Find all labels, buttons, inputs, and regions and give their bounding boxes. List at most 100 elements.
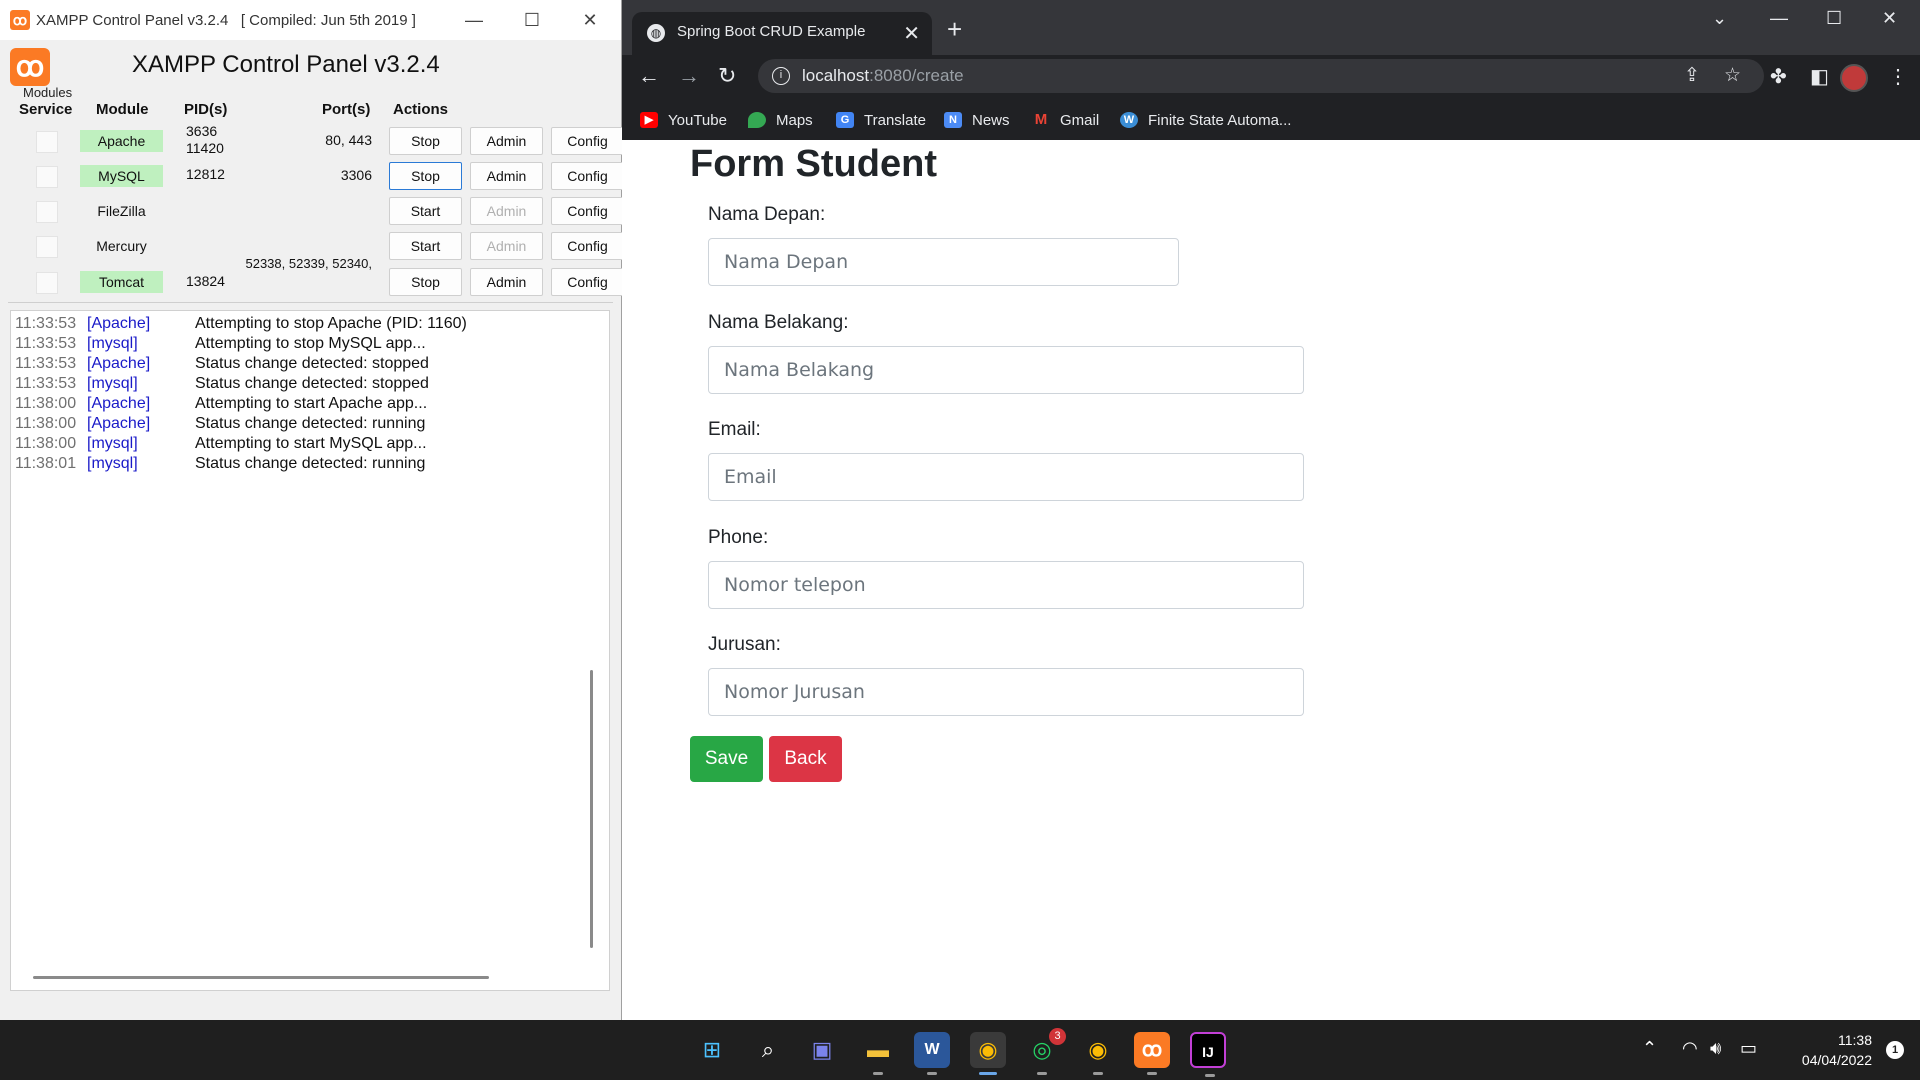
teams-chat-icon[interactable]: ▣ (804, 1032, 840, 1068)
bookmarks-bar: ▶ YouTube Maps G Translate N News M Gmail WF… (622, 98, 1920, 140)
globe-icon: ◍ (647, 24, 665, 42)
close-button[interactable]: ✕ (1882, 8, 1897, 29)
start-button[interactable]: Start (389, 232, 462, 260)
bookmark-finite-state[interactable]: W Finite State Automa... (1120, 110, 1291, 130)
clock[interactable]: 11:38 04/04/2022 (1802, 1030, 1872, 1070)
tab-search-icon[interactable]: ⌄ (1712, 8, 1727, 29)
xampp-taskbar-icon[interactable]: ꝏ (1134, 1032, 1170, 1075)
whatsapp-icon[interactable]: ◎ 3 (1024, 1028, 1066, 1075)
nama-depan-input[interactable] (708, 238, 1179, 286)
profile-avatar[interactable] (1840, 64, 1868, 92)
youtube-icon: ▶ (640, 112, 658, 128)
module-row-apache: Apache 3636 11420 80, 443 Stop Admin Con… (0, 123, 624, 158)
service-checkbox[interactable] (36, 166, 58, 188)
share-icon[interactable]: ⇪ (1684, 64, 1700, 87)
admin-button[interactable]: Admin (470, 162, 543, 190)
battery-icon[interactable]: ▭ (1740, 1038, 1757, 1059)
minimize-button[interactable]: — (1770, 8, 1788, 29)
email-input[interactable] (708, 453, 1304, 501)
config-button[interactable]: Config (551, 197, 624, 225)
minimize-button[interactable]: — (446, 0, 502, 40)
module-name: Apache (80, 130, 163, 152)
back-button[interactable]: Back (769, 736, 842, 782)
column-actions: Actions (393, 101, 449, 118)
xampp-title: XAMPP Control Panel v3.2.4 (132, 51, 440, 78)
column-pids: PID(s) (184, 101, 228, 118)
admin-button[interactable]: Admin (470, 268, 543, 296)
config-button[interactable]: Config (551, 268, 624, 296)
bookmark-gmail[interactable]: M Gmail (1032, 110, 1099, 130)
save-button[interactable]: Save (690, 736, 763, 782)
stop-button[interactable]: Stop (389, 268, 462, 296)
module-row-tomcat: Tomcat 13824 Stop Admin Config (0, 267, 624, 299)
maximize-button[interactable]: ☐ (1826, 8, 1842, 29)
intellij-icon[interactable]: IJ (1190, 1032, 1226, 1077)
taskbar: ⊞ ⌕ ▣ ▬ W ◉ ◎ 3 ◉ ꝏ IJ ⌃ ◠ 🔊︎ ▭ 11:38 04/… (0, 1020, 1920, 1080)
forward-icon[interactable]: → (678, 63, 700, 89)
notification-badge[interactable]: 1 (1886, 1041, 1904, 1059)
info-icon[interactable]: i (772, 67, 790, 85)
url-text[interactable]: localhost:8080/create (802, 66, 964, 86)
search-icon[interactable]: ⌕ (750, 1032, 786, 1068)
address-bar[interactable]: i localhost:8080/create ⇪ ☆ (758, 59, 1764, 93)
bookmark-news[interactable]: N News (944, 110, 1010, 130)
star-icon[interactable]: ☆ (1724, 64, 1741, 87)
column-service: Service (19, 101, 73, 118)
wordpress-icon: W (1120, 112, 1138, 128)
admin-button: Admin (470, 232, 543, 260)
jurusan-input[interactable] (708, 668, 1304, 716)
config-button[interactable]: Config (551, 127, 624, 155)
tab-active[interactable]: ◍ Spring Boot CRUD Example ✕ (632, 12, 932, 55)
maximize-button[interactable]: ☐ (504, 0, 560, 40)
extensions-icon[interactable]: ✤ (1770, 64, 1787, 89)
label-jurusan: Jurusan: (708, 634, 781, 655)
module-name: FileZilla (97, 203, 146, 219)
page-title: Form Student (690, 143, 937, 185)
log-panel[interactable]: 11:33:53 [Apache] Attempting to stop Apach… (10, 310, 610, 991)
app-indicator (1093, 1072, 1103, 1075)
back-icon[interactable]: ← (638, 63, 660, 89)
bookmark-youtube[interactable]: ▶ YouTube (640, 110, 727, 130)
chrome-profile-icon[interactable]: ◉ (1080, 1032, 1116, 1075)
nama-belakang-input[interactable] (708, 346, 1304, 394)
bookmark-translate[interactable]: G Translate (836, 110, 926, 130)
start-icon[interactable]: ⊞ (694, 1032, 730, 1068)
new-tab-button[interactable]: + (947, 14, 962, 45)
column-ports: Port(s) (322, 101, 371, 118)
close-button[interactable]: ✕ (562, 0, 618, 40)
side-panel-icon[interactable]: ◧ (1810, 64, 1829, 89)
phone-input[interactable] (708, 561, 1304, 609)
module-row-mercury: Mercury 52338, 52339, 52340, Start Admin… (0, 231, 624, 271)
scrollbar-thumb[interactable] (590, 670, 593, 948)
app-indicator (873, 1072, 883, 1075)
admin-button[interactable]: Admin (470, 127, 543, 155)
stop-button[interactable]: Stop (389, 162, 462, 190)
reload-icon[interactable]: ↻ (718, 63, 736, 89)
stop-button[interactable]: Stop (389, 127, 462, 155)
label-email: Email: (708, 419, 761, 440)
config-button[interactable]: Config (551, 232, 624, 260)
start-button[interactable]: Start (389, 197, 462, 225)
log-vertical-scrollbar[interactable] (585, 310, 599, 970)
translate-icon: G (836, 112, 854, 128)
chrome-icon[interactable]: ◉ (970, 1032, 1006, 1075)
menu-icon[interactable]: ⋮ (1888, 64, 1908, 89)
label-nama-belakang: Nama Belakang: (708, 312, 849, 333)
bookmark-maps[interactable]: Maps (748, 110, 813, 130)
volume-icon[interactable]: 🔊︎ (1710, 1038, 1721, 1059)
service-checkbox[interactable] (36, 131, 58, 153)
file-explorer-icon[interactable]: ▬ (860, 1032, 896, 1075)
tab-title: Spring Boot CRUD Example (677, 23, 866, 40)
word-icon[interactable]: W (914, 1032, 950, 1075)
browser-window: ◍ Spring Boot CRUD Example ✕ + ⌄ — ☐ ✕ ←… (622, 0, 1920, 1020)
config-button[interactable]: Config (551, 162, 624, 190)
log-horizontal-scrollbar[interactable] (33, 976, 489, 979)
service-checkbox[interactable] (36, 201, 58, 223)
service-checkbox[interactable] (36, 272, 58, 294)
module-row-filezilla: FileZilla Start Admin Config (0, 196, 624, 228)
close-tab-icon[interactable]: ✕ (903, 21, 920, 46)
service-checkbox[interactable] (36, 236, 58, 258)
chevron-up-icon[interactable]: ⌃ (1642, 1038, 1657, 1059)
whatsapp-badge: 3 (1049, 1028, 1066, 1045)
wifi-icon[interactable]: ◠ (1682, 1038, 1698, 1059)
